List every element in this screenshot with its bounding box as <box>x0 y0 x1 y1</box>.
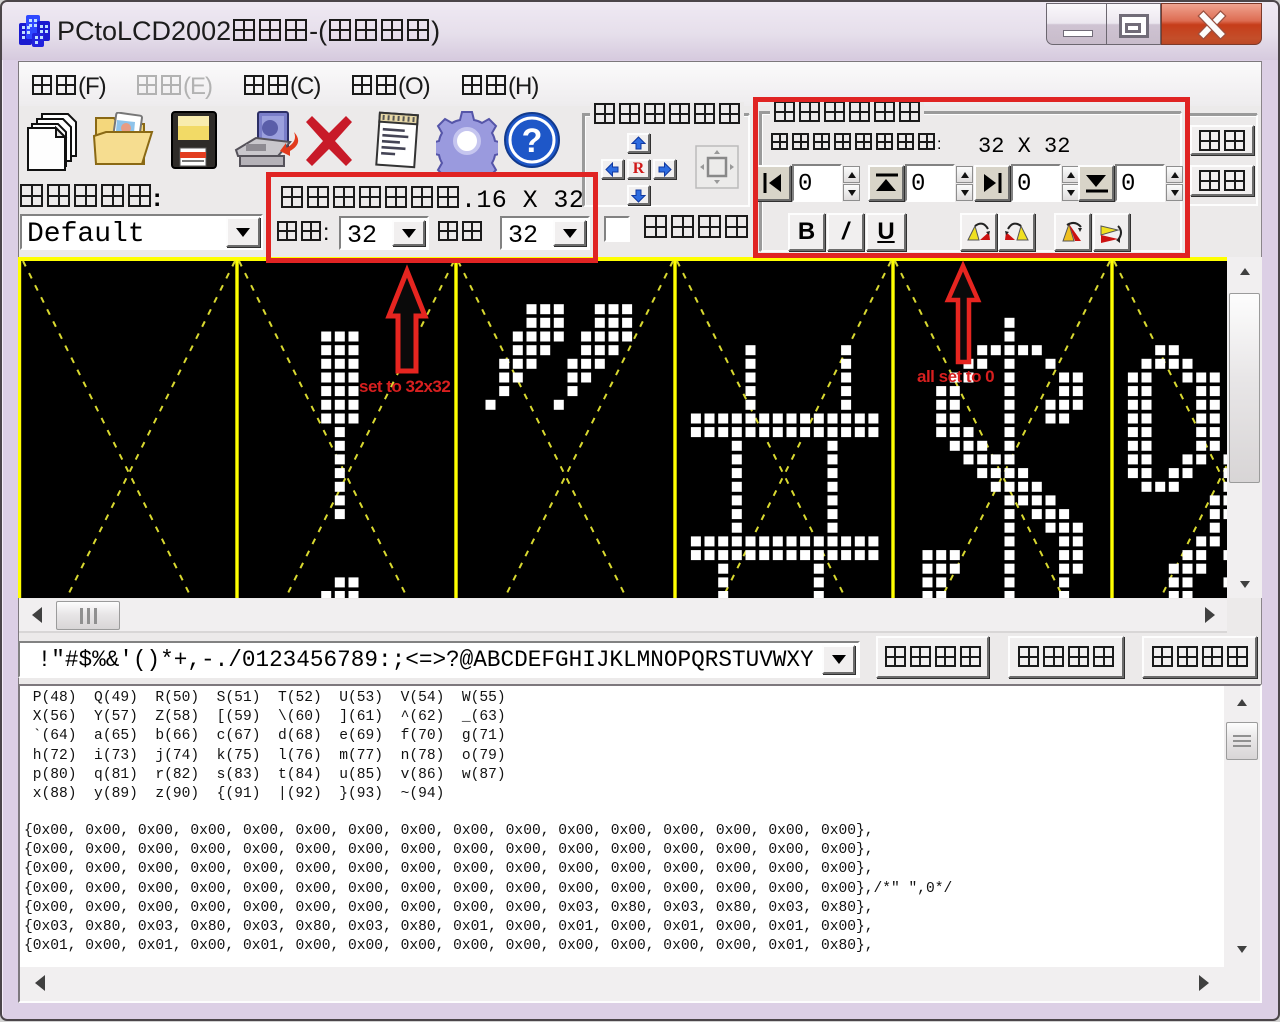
svg-text:?: ? <box>522 122 543 160</box>
svg-text:all set to 0: all set to 0 <box>917 367 994 386</box>
svg-text:set to 32x32: set to 32x32 <box>359 377 450 396</box>
